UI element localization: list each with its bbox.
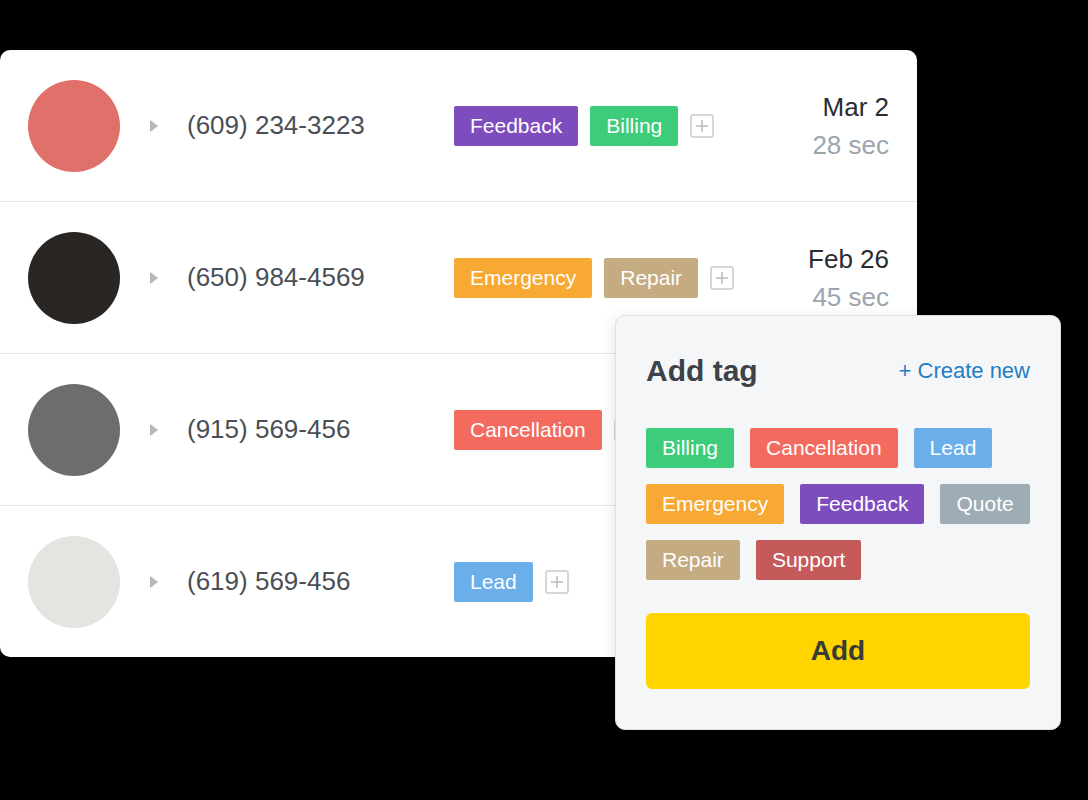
- tag-option[interactable]: Support: [756, 540, 862, 580]
- phone-number: (619) 569-456: [187, 566, 454, 597]
- tag[interactable]: Emergency: [454, 258, 592, 298]
- tag-list: Emergency Repair: [454, 258, 808, 298]
- tag[interactable]: Feedback: [454, 106, 578, 146]
- tag-options: Billing Cancellation Lead Emergency Feedback…: [646, 428, 1030, 580]
- add-button[interactable]: Add: [646, 613, 1030, 689]
- expand-caret-icon[interactable]: [149, 270, 159, 286]
- avatar: [28, 384, 120, 476]
- tag-option[interactable]: Lead: [914, 428, 993, 468]
- tag[interactable]: Repair: [604, 258, 698, 298]
- tag[interactable]: Billing: [590, 106, 678, 146]
- expand-caret-icon[interactable]: [149, 422, 159, 438]
- popup-title: Add tag: [646, 354, 758, 388]
- tag-option[interactable]: Billing: [646, 428, 734, 468]
- avatar: [28, 232, 120, 324]
- call-date: Feb 26: [808, 240, 889, 278]
- call-time: Feb 2645 sec: [808, 240, 889, 316]
- call-row[interactable]: (609) 234-3223Feedback Billing Mar 228 sec: [0, 50, 917, 202]
- phone-number: (915) 569-456: [187, 414, 454, 445]
- add-tag-icon[interactable]: [690, 114, 714, 138]
- add-tag-icon[interactable]: [545, 570, 569, 594]
- phone-number: (609) 234-3223: [187, 110, 454, 141]
- tag-option[interactable]: Quote: [940, 484, 1029, 524]
- add-tag-icon[interactable]: [710, 266, 734, 290]
- tag-option[interactable]: Feedback: [800, 484, 924, 524]
- tag-option[interactable]: Cancellation: [750, 428, 898, 468]
- tag-list: Feedback Billing: [454, 106, 812, 146]
- expand-caret-icon[interactable]: [149, 574, 159, 590]
- call-duration: 28 sec: [812, 126, 889, 164]
- tag-option[interactable]: Emergency: [646, 484, 784, 524]
- call-duration: 45 sec: [812, 278, 889, 316]
- call-time: Mar 228 sec: [812, 88, 889, 164]
- stage: (609) 234-3223FeedbackBillingMar 228 sec…: [0, 0, 1088, 800]
- phone-number: (650) 984-4569: [187, 262, 454, 293]
- avatar: [28, 536, 120, 628]
- call-date: Mar 2: [823, 88, 889, 126]
- tag-option[interactable]: Repair: [646, 540, 740, 580]
- create-new-link[interactable]: + Create new: [899, 358, 1030, 384]
- avatar: [28, 80, 120, 172]
- expand-caret-icon[interactable]: [149, 118, 159, 134]
- tag[interactable]: Lead: [454, 562, 533, 602]
- tag[interactable]: Cancellation: [454, 410, 602, 450]
- add-tag-popup: Add tag + Create new Billing Cancellation Le…: [615, 315, 1061, 730]
- popup-header: Add tag + Create new: [646, 354, 1030, 388]
